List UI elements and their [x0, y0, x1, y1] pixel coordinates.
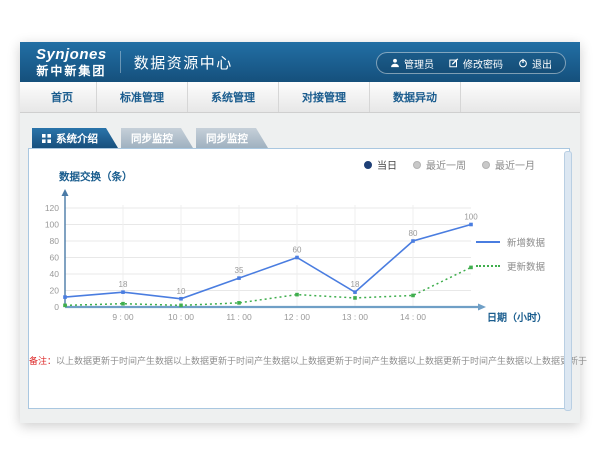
svg-text:13 : 00: 13 : 00 — [342, 312, 368, 322]
dotted-line-icon — [476, 265, 500, 267]
svg-text:10 : 00: 10 : 00 — [168, 312, 194, 322]
radio-option-last-month[interactable]: 最近一月 — [482, 157, 535, 172]
logout-label: 退出 — [532, 56, 552, 71]
content-area: 系统介绍 同步监控 同步监控 当日 最近一周 — [20, 113, 580, 423]
svg-text:60: 60 — [50, 253, 60, 263]
radio-label: 当日 — [377, 157, 397, 172]
legend-label: 新增数据 — [507, 235, 545, 249]
header-divider — [120, 51, 121, 73]
svg-text:80: 80 — [409, 229, 418, 238]
tab-system-intro[interactable]: 系统介绍 — [32, 128, 118, 148]
svg-text:40: 40 — [50, 269, 60, 279]
svg-text:10: 10 — [177, 287, 186, 296]
logout-button[interactable]: 退出 — [518, 56, 552, 71]
svg-text:35: 35 — [235, 266, 244, 275]
tab-label: 系统介绍 — [56, 131, 98, 146]
svg-text:11 : 00: 11 : 00 — [226, 312, 252, 322]
company-logo[interactable]: Synjones 新中新集团 — [36, 47, 107, 77]
edit-icon — [449, 58, 459, 68]
grid-icon — [42, 134, 51, 143]
main-nav: 首页 标准管理 系统管理 对接管理 数据异动 — [20, 82, 580, 113]
y-axis-title: 数据交换（条） — [59, 169, 133, 184]
legend-item-updated-data[interactable]: 更新数据 — [476, 259, 545, 273]
app-window: Synjones 新中新集团 数据资源中心 管理员 修改密码 — [20, 42, 580, 423]
svg-text:日期（小时）: 日期（小时） — [487, 311, 547, 324]
tab-label: 同步监控 — [131, 131, 173, 146]
svg-text:12 : 00: 12 : 00 — [284, 312, 310, 322]
chart-card: 当日 最近一周 最近一月 数据交换（条） 0 20 40 60 80 100 120 9 : … — [28, 148, 570, 409]
nav-item-standard-mgmt[interactable]: 标准管理 — [97, 82, 188, 112]
svg-text:60: 60 — [293, 246, 302, 255]
svg-text:100: 100 — [464, 213, 478, 222]
legend-item-new-data[interactable]: 新增数据 — [476, 235, 545, 249]
svg-text:0: 0 — [54, 302, 59, 312]
nav-item-home[interactable]: 首页 — [28, 82, 97, 112]
radio-option-today[interactable]: 当日 — [364, 157, 397, 172]
footnote-prefix: 备注： — [29, 356, 56, 366]
radio-label: 最近一月 — [495, 157, 535, 172]
nav-item-system-mgmt[interactable]: 系统管理 — [188, 82, 279, 112]
svg-text:18: 18 — [119, 280, 128, 289]
footnote: 备注：以上数据更新于时间产生数据以上数据更新于时间产生数据以上数据更新于时间产生… — [29, 354, 569, 367]
svg-text:80: 80 — [50, 236, 60, 246]
power-icon — [518, 58, 528, 68]
tab-bar: 系统介绍 同步监控 同步监控 — [32, 128, 268, 148]
footnote-text: 以上数据更新于时间产生数据以上数据更新于时间产生数据以上数据更新于时间产生数据以… — [56, 356, 587, 366]
svg-text:14 : 00: 14 : 00 — [400, 312, 426, 322]
chart-legend: 新增数据 更新数据 — [476, 235, 545, 283]
tab-sync-monitor-2[interactable]: 同步监控 — [196, 128, 268, 148]
change-password-button[interactable]: 修改密码 — [449, 56, 503, 71]
user-admin-label: 管理员 — [404, 56, 434, 71]
radio-label: 最近一周 — [426, 157, 466, 172]
change-password-label: 修改密码 — [463, 56, 503, 71]
svg-text:100: 100 — [45, 220, 59, 230]
nav-item-data-change[interactable]: 数据异动 — [370, 82, 461, 112]
nav-item-interface-mgmt[interactable]: 对接管理 — [279, 82, 370, 112]
vertical-scrollbar[interactable] — [564, 151, 572, 411]
radio-option-last-week[interactable]: 最近一周 — [413, 157, 466, 172]
logo-english: Synjones — [36, 47, 107, 62]
user-menu: 管理员 修改密码 退出 — [376, 52, 566, 74]
tab-label: 同步监控 — [206, 131, 248, 146]
tab-sync-monitor-1[interactable]: 同步监控 — [121, 128, 193, 148]
time-range-filter: 当日 最近一周 最近一月 — [364, 157, 535, 172]
svg-text:120: 120 — [45, 203, 59, 213]
legend-label: 更新数据 — [507, 259, 545, 273]
radio-dot-icon — [364, 161, 372, 169]
svg-text:20: 20 — [50, 286, 60, 296]
svg-text:18: 18 — [351, 280, 360, 289]
radio-dot-icon — [482, 161, 490, 169]
logo-chinese: 新中新集团 — [36, 65, 107, 77]
radio-dot-icon — [413, 161, 421, 169]
app-title: 数据资源中心 — [134, 52, 233, 73]
solid-line-icon — [476, 241, 500, 243]
svg-text:9 : 00: 9 : 00 — [112, 312, 134, 322]
user-icon — [390, 58, 400, 68]
app-header: Synjones 新中新集团 数据资源中心 管理员 修改密码 — [20, 42, 580, 82]
user-admin-button[interactable]: 管理员 — [390, 56, 434, 71]
